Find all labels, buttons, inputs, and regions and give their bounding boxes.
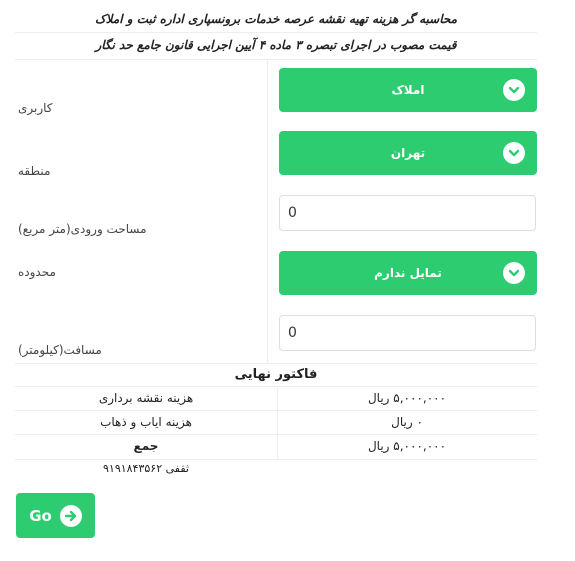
calculator-title: محاسبه گر هزینه تهیه نقشه عرصه خدمات برو… — [94, 12, 458, 26]
calculator-subtitle: قیمت مصوب در اجرای تبصره ۳ ماده ۴ آیین ا… — [95, 38, 457, 52]
travel-cost-label: هزینه ایاب و ذهاب — [100, 415, 192, 429]
divider — [15, 363, 537, 364]
divider — [267, 59, 268, 363]
divider — [15, 410, 537, 411]
arrow-right-icon — [59, 504, 82, 527]
divider — [15, 386, 537, 387]
region-select-value: تهران — [390, 146, 426, 160]
boundary-select-value: تمایل ندارم — [374, 266, 442, 280]
divider — [15, 434, 537, 435]
contact-text: ثقفی ۹۱۹۱۸۴۳۵۶۲ — [103, 462, 189, 475]
chevron-down-icon — [503, 79, 525, 101]
chevron-down-icon — [503, 142, 525, 164]
boundary-label: محدوده — [18, 265, 56, 279]
area-label: مساحت ورودی(متر مربع) — [18, 222, 147, 236]
chevron-down-icon — [503, 262, 525, 284]
divider — [15, 59, 537, 60]
total-label: جمع — [133, 439, 159, 453]
survey-cost-amount: ۵,۰۰۰,۰۰۰ ریال — [367, 391, 447, 405]
distance-input[interactable] — [279, 315, 536, 351]
usage-label: کاربری — [18, 101, 53, 115]
region-label: منطقه — [18, 164, 51, 178]
total-amount: ۵,۰۰۰,۰۰۰ ریال — [367, 439, 447, 453]
boundary-select[interactable]: تمایل ندارم — [279, 251, 537, 295]
area-input[interactable] — [279, 195, 536, 231]
survey-cost-label: هزینه نقشه برداری — [98, 391, 194, 405]
go-button-label: Go — [29, 506, 52, 525]
usage-select[interactable]: املاک — [279, 68, 537, 112]
usage-select-value: املاک — [391, 83, 425, 97]
divider — [15, 459, 537, 460]
region-select[interactable]: تهران — [279, 131, 537, 175]
divider — [15, 32, 537, 33]
travel-cost-amount: ۰ ریال — [391, 415, 423, 429]
go-button[interactable]: Go — [16, 493, 95, 538]
distance-label: مسافت(کیلومتر) — [18, 343, 102, 357]
invoice-title: فاکتور نهایی — [234, 367, 318, 382]
